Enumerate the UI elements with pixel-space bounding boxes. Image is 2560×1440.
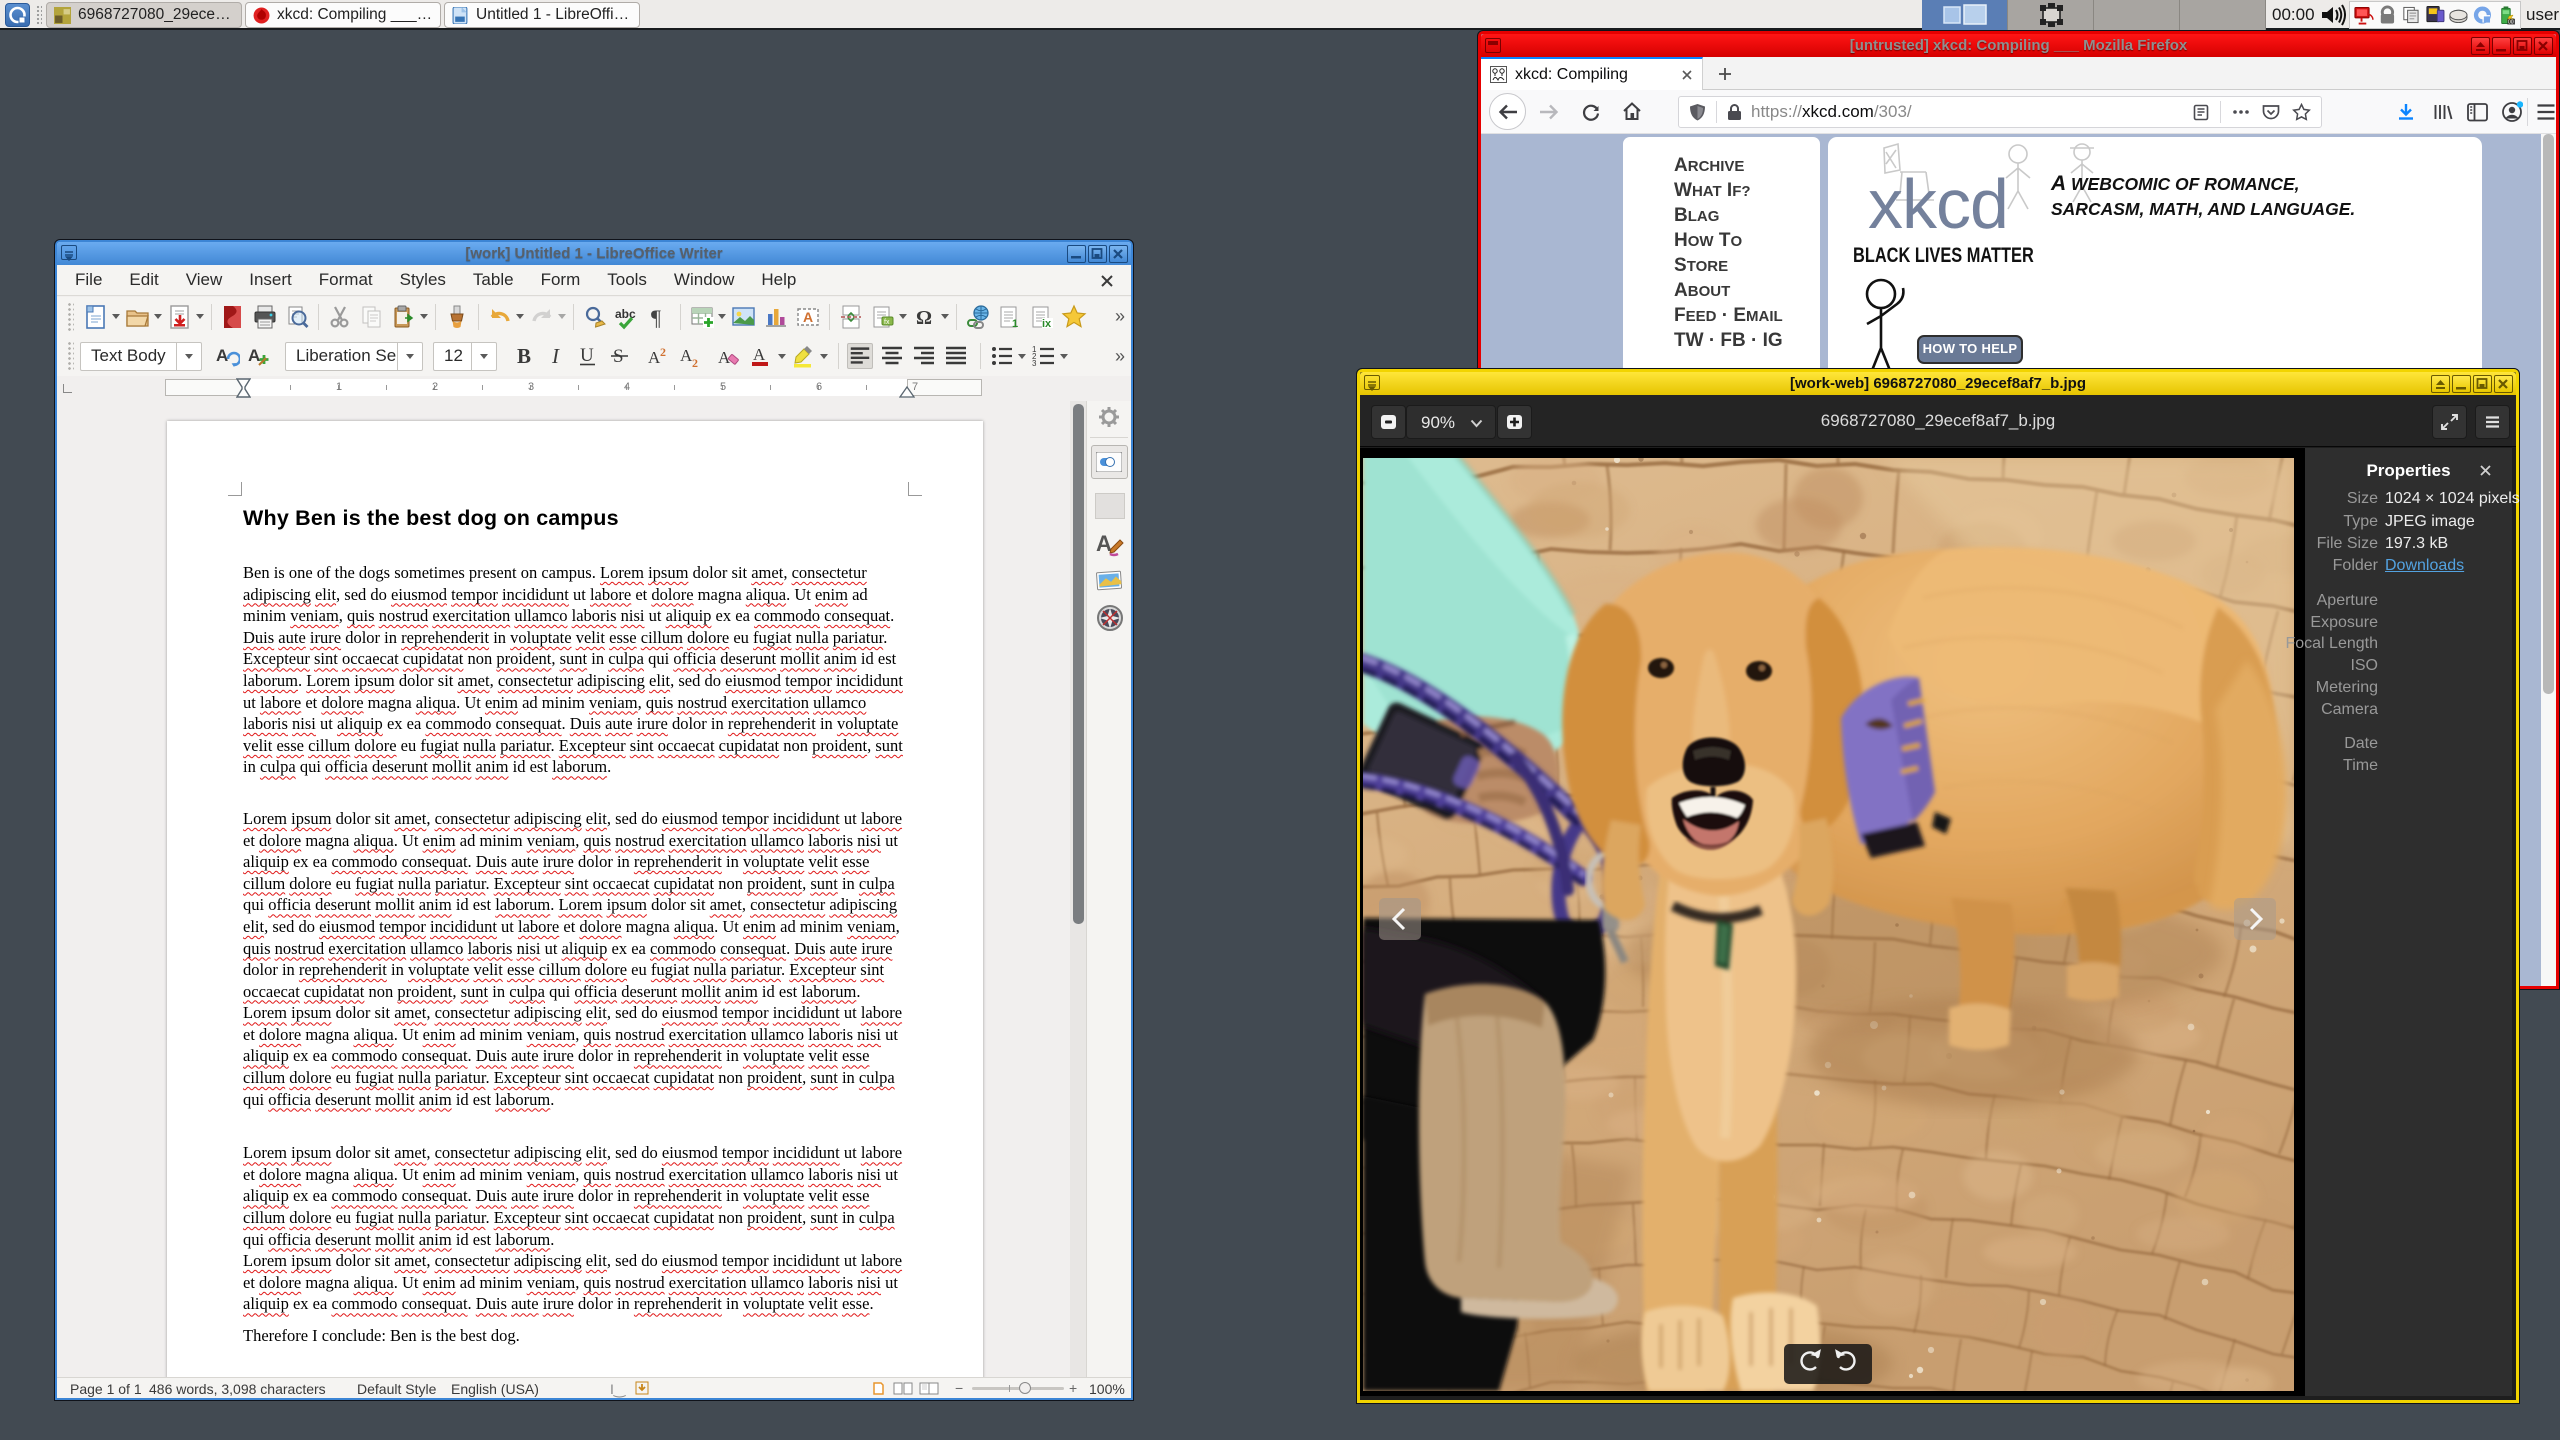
svg-text:A: A (248, 346, 260, 365)
svg-text:I: I (551, 344, 560, 368)
svg-text:A: A (1096, 531, 1112, 556)
svg-text:00: 00 (2508, 20, 2514, 26)
svg-text:3: 3 (1032, 359, 1037, 368)
svg-text:xkcd: xkcd (1868, 165, 2008, 243)
svg-text:fx: fx (884, 319, 890, 326)
svg-text:2: 2 (692, 356, 698, 369)
svg-text:A: A (753, 345, 766, 364)
svg-text:2: 2 (660, 345, 666, 359)
svg-text:Ω: Ω (916, 307, 932, 329)
svg-text:B: B (517, 344, 531, 368)
svg-text:A: A (216, 346, 228, 365)
svg-text:ix: ix (1042, 318, 1052, 330)
svg-text:1: 1 (1012, 318, 1018, 330)
svg-text:¶: ¶ (651, 305, 661, 330)
svg-text:U: U (580, 345, 594, 366)
svg-text:A: A (803, 309, 813, 325)
